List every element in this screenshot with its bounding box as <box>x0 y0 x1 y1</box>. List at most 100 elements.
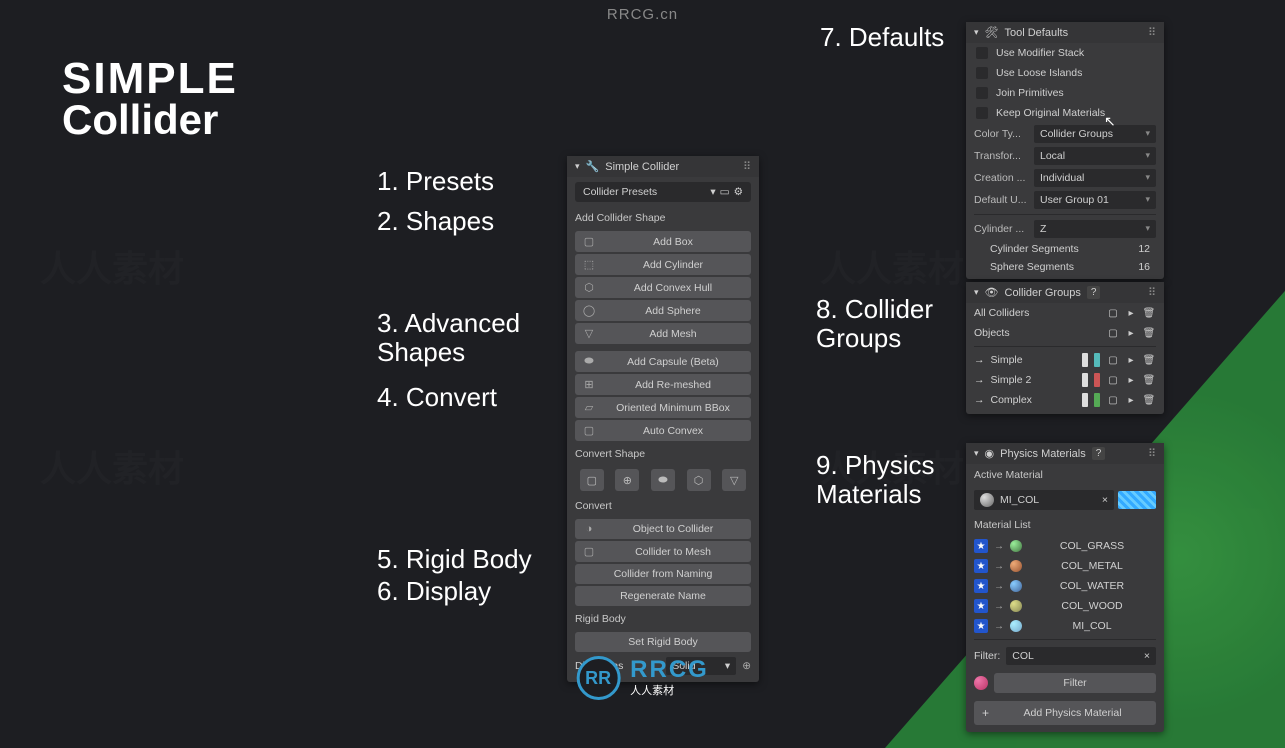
section-label-convert: 4. Convert <box>377 382 497 413</box>
use-modifier-stack-check[interactable]: Use Modifier Stack <box>966 43 1164 63</box>
panel-grip-icon[interactable]: ⠿ <box>1148 26 1156 39</box>
prop-value: Local <box>1040 150 1065 162</box>
panel-grip-icon[interactable]: ⠿ <box>743 160 751 173</box>
color-type-row[interactable]: Color Ty...Collider Groups▾ <box>966 123 1164 145</box>
presets-label: Collider Presets <box>583 186 657 198</box>
bg-watermark: 人人素材 <box>820 240 964 292</box>
sphere-icon: ◯ <box>581 304 597 317</box>
star-icon[interactable]: ★ <box>974 539 988 553</box>
convert-sphere-icon[interactable]: ⊕ <box>615 469 639 491</box>
panel-header[interactable]: ▾ 👁 Collider Groups ? ⠿ <box>966 282 1164 303</box>
material-name: COL_WATER <box>1028 580 1156 592</box>
star-icon[interactable]: ★ <box>974 619 988 633</box>
chevron-down-icon: ▾ <box>1145 223 1150 235</box>
delete-icon[interactable]: 🗑 <box>1142 353 1156 367</box>
delete-icon[interactable]: 🗑 <box>1142 393 1156 407</box>
btn-label: Oriented Minimum BBox <box>601 402 745 414</box>
material-orb-icon <box>1010 560 1022 572</box>
display-icon[interactable]: ▢ <box>1106 353 1120 367</box>
add-sphere-button[interactable]: ◯Add Sphere <box>575 300 751 321</box>
add-box-button[interactable]: ▢Add Box <box>575 231 751 252</box>
default-user-row[interactable]: Default U...User Group 01▾ <box>966 189 1164 211</box>
collider-from-naming-button[interactable]: Collider from Naming <box>575 564 751 584</box>
star-icon[interactable]: ★ <box>974 559 988 573</box>
creation-row[interactable]: Creation ...Individual▾ <box>966 167 1164 189</box>
panel-header[interactable]: ▾ ◉ Physics Materials ? ⠿ <box>966 443 1164 464</box>
btn-label: Add Physics Material <box>997 707 1148 719</box>
cylinder-segments-row[interactable]: Cylinder Segments12 <box>966 240 1164 258</box>
mesh-icon: ▽ <box>581 327 597 340</box>
group-simple2-row[interactable]: → Simple 2 ▢ ▸ 🗑 <box>966 370 1164 390</box>
auto-convex-button[interactable]: ▢Auto Convex <box>575 420 751 441</box>
use-loose-islands-check[interactable]: Use Loose Islands <box>966 63 1164 83</box>
gear-icon[interactable]: ⚙ <box>734 186 743 198</box>
footer-logo-text: RRCG <box>630 658 709 682</box>
add-convex-hull-button[interactable]: ⬡Add Convex Hull <box>575 277 751 298</box>
select-icon[interactable]: ▸ <box>1124 393 1138 407</box>
material-row-metal[interactable]: ★→COL_METAL <box>966 556 1164 576</box>
delete-icon[interactable]: 🗑 <box>1142 306 1156 320</box>
active-material-input[interactable]: MI_COL × <box>974 490 1114 510</box>
filter-input[interactable]: COL × <box>1006 647 1156 665</box>
material-color-swatch[interactable] <box>1118 491 1156 509</box>
object-to-collider-button[interactable]: ◑Object to Collider <box>575 519 751 539</box>
display-icon[interactable]: ▢ <box>1106 306 1120 320</box>
star-icon[interactable]: ★ <box>974 599 988 613</box>
select-icon[interactable]: ▸ <box>1124 353 1138 367</box>
panel-header[interactable]: ▾ 🔧 Simple Collider ⠿ <box>567 156 759 177</box>
globe-icon[interactable]: ⊕ <box>742 660 751 672</box>
add-remeshed-button[interactable]: ⊞Add Re-meshed <box>575 374 751 395</box>
display-icon[interactable]: ▢ <box>1106 326 1120 340</box>
material-row-wood[interactable]: ★→COL_WOOD <box>966 596 1164 616</box>
add-mesh-button[interactable]: ▽Add Mesh <box>575 323 751 344</box>
convert-mesh-icon[interactable]: ▽ <box>722 469 746 491</box>
set-rigid-body-button[interactable]: Set Rigid Body <box>575 632 751 652</box>
material-row-water[interactable]: ★→COL_WATER <box>966 576 1164 596</box>
help-icon[interactable]: ? <box>1092 447 1106 460</box>
display-icon[interactable]: ▢ <box>1106 373 1120 387</box>
oriented-bbox-button[interactable]: ▱Oriented Minimum BBox <box>575 397 751 418</box>
add-cylinder-button[interactable]: ⬚Add Cylinder <box>575 254 751 275</box>
panel-title: Simple Collider <box>605 161 679 173</box>
convert-convex-icon[interactable]: ⬡ <box>687 469 711 491</box>
star-icon[interactable]: ★ <box>974 579 988 593</box>
delete-icon[interactable]: 🗑 <box>1142 373 1156 387</box>
material-row-micol[interactable]: ★→MI_COL <box>966 616 1164 636</box>
transform-row[interactable]: Transfor...Local▾ <box>966 145 1164 167</box>
checkbox-icon <box>976 87 988 99</box>
cylinder-axis-row[interactable]: Cylinder ...Z▾ <box>966 218 1164 240</box>
help-icon[interactable]: ? <box>1087 286 1101 299</box>
add-capsule-button[interactable]: ⬬Add Capsule (Beta) <box>575 351 751 372</box>
simple-collider-panel: ▾ 🔧 Simple Collider ⠿ Collider Presets ▾… <box>567 156 759 682</box>
select-icon[interactable]: ▸ <box>1124 373 1138 387</box>
select-icon[interactable]: ▸ <box>1124 306 1138 320</box>
delete-icon[interactable]: 🗑 <box>1142 326 1156 340</box>
group-simple-row[interactable]: → Simple ▢ ▸ 🗑 <box>966 350 1164 370</box>
presets-dropdown[interactable]: Collider Presets ▾ ▭ ⚙ <box>575 182 751 202</box>
select-icon[interactable]: ▸ <box>1124 326 1138 340</box>
regenerate-name-button[interactable]: Regenerate Name <box>575 586 751 606</box>
check-label: Use Loose Islands <box>996 67 1082 79</box>
material-name: COL_GRASS <box>1028 540 1156 552</box>
filter-button[interactable]: Filter <box>994 673 1156 693</box>
convert-box-icon[interactable]: ▢ <box>580 469 604 491</box>
display-icon[interactable]: ▢ <box>1106 393 1120 407</box>
chevron-down-icon: ▾ <box>1145 128 1150 140</box>
group-complex-row[interactable]: → Complex ▢ ▸ 🗑 <box>966 390 1164 410</box>
filter-color-orb[interactable] <box>974 676 988 690</box>
chevron-down-icon: ▾ <box>725 660 730 672</box>
clear-icon[interactable]: × <box>1144 650 1150 662</box>
filter-value: COL <box>1012 650 1034 662</box>
panel-grip-icon[interactable]: ⠿ <box>1148 286 1156 299</box>
clear-icon[interactable]: × <box>1102 494 1108 506</box>
material-row-grass[interactable]: ★→COL_GRASS <box>966 536 1164 556</box>
join-primitives-check[interactable]: Join Primitives <box>966 83 1164 103</box>
collider-to-mesh-button[interactable]: ▢Collider to Mesh <box>575 541 751 562</box>
convert-capsule-icon[interactable]: ⬬ <box>651 469 675 491</box>
sphere-segments-row[interactable]: Sphere Segments16 <box>966 258 1164 276</box>
folder-icon[interactable]: ▭ <box>720 186 730 198</box>
add-physics-material-button[interactable]: + Add Physics Material <box>974 701 1156 725</box>
panel-grip-icon[interactable]: ⠿ <box>1148 447 1156 460</box>
panel-header[interactable]: ▾ 🛠 Tool Defaults ⠿ <box>966 22 1164 43</box>
keep-original-materials-check[interactable]: Keep Original Materials <box>966 103 1164 123</box>
